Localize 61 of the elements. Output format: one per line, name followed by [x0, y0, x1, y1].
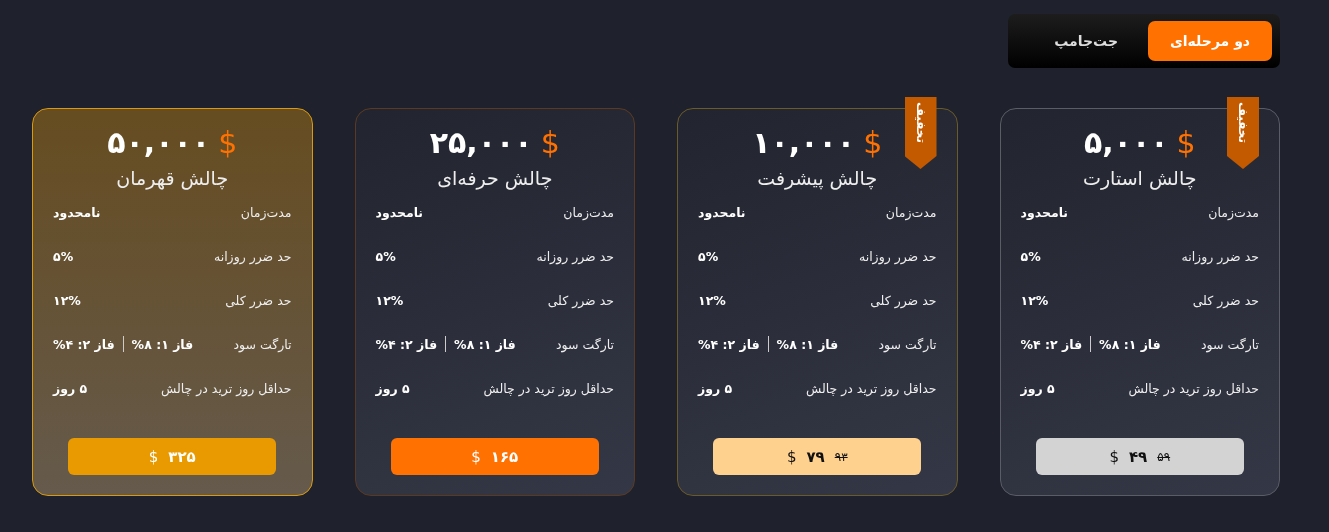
phase-target: فاز ۲: ۴%	[698, 336, 760, 352]
feature-value: ۱۲%	[698, 292, 726, 308]
plan-title: چالش قهرمان	[116, 167, 229, 189]
phase-target: فاز ۱: ۸%	[454, 336, 516, 352]
feature-value: ۵ روز	[375, 380, 410, 396]
feature-label: تارگت سود	[878, 336, 937, 352]
feature-label: حداقل روز ترید در چالش	[161, 380, 292, 396]
plan-title: چالش پیشرفت	[757, 167, 878, 189]
feature-label: تارگت سود	[1200, 336, 1259, 352]
feature-value: ۵ روز	[1020, 380, 1055, 396]
feature-value: ۱۲%	[375, 292, 404, 308]
feature-label: حد ضرر روزانه	[1181, 248, 1259, 264]
feature-value: ۵%	[1020, 248, 1041, 264]
feature-value: ۱۲%	[53, 292, 81, 308]
account-size: ۱۰,۰۰۰	[752, 124, 856, 160]
phase-target: فاز ۲: ۴%	[53, 336, 115, 352]
feature-value: نامحدود	[53, 204, 101, 220]
currency-sign: $	[863, 124, 883, 160]
account-size: ۲۵,۰۰۰	[429, 124, 533, 160]
account-size: ۵,۰۰۰	[1083, 124, 1169, 160]
feature-label: مدت‌زمان	[885, 204, 937, 220]
buy-button[interactable]: $ ۴۹ ۵۹	[1035, 438, 1244, 475]
feature-label: مدت‌زمان	[1208, 204, 1259, 220]
feature-label: تارگت سود	[233, 336, 292, 352]
buy-button[interactable]: $ ۷۹ ۹۳	[713, 438, 922, 475]
feature-value: ۵ روز	[53, 380, 88, 396]
feature-label: مدت‌زمان	[240, 204, 292, 220]
phase-target: فاز ۲: ۴%	[1020, 336, 1083, 352]
phase-target: فاز ۲: ۴%	[375, 336, 438, 352]
feature-label: حداقل روز ترید در چالش	[1128, 380, 1259, 396]
feature-value: نامحدود	[375, 204, 424, 220]
feature-label: حد ضرر روزانه	[858, 248, 937, 264]
feature-label: حداقل روز ترید در چالش	[806, 380, 937, 396]
feature-label: حد ضرر روزانه	[213, 248, 292, 264]
feature-label: مدت‌زمان	[563, 204, 614, 220]
currency-sign: $	[540, 124, 560, 160]
currency-sign: $	[218, 124, 238, 160]
plan-type-tab[interactable]: جت‌جامپ	[1034, 21, 1138, 61]
feature-label: حد ضرر کلی	[225, 292, 292, 308]
plan-title: چالش حرفه‌ای	[437, 167, 553, 189]
discount-ribbon: تخفیف	[1227, 97, 1259, 169]
feature-label: حداقل روز ترید در چالش	[483, 380, 614, 396]
feature-label: تارگت سود	[555, 336, 614, 352]
feature-value: نامحدود	[1020, 204, 1069, 220]
feature-label: حد ضرر کلی	[1192, 292, 1259, 308]
plan-title: چالش استارت	[1083, 167, 1197, 189]
feature-label: حد ضرر کلی	[547, 292, 614, 308]
account-size: ۵۰,۰۰۰	[107, 124, 211, 160]
feature-label: حد ضرر کلی	[870, 292, 937, 308]
feature-value: ۵ روز	[698, 380, 733, 396]
feature-value: نامحدود	[698, 204, 746, 220]
feature-value: ۱۲%	[1020, 292, 1049, 308]
feature-value: ۵%	[375, 248, 396, 264]
feature-value: ۵%	[698, 248, 719, 264]
discount-ribbon: تخفیف	[904, 97, 937, 169]
feature-label: حد ضرر روزانه	[536, 248, 614, 264]
phase-target: فاز ۱: ۸%	[776, 336, 839, 352]
phase-target: فاز ۱: ۸%	[131, 336, 194, 352]
feature-value: ۵%	[53, 248, 74, 264]
currency-sign: $	[1176, 124, 1196, 160]
phase-target: فاز ۱: ۸%	[1099, 336, 1161, 352]
